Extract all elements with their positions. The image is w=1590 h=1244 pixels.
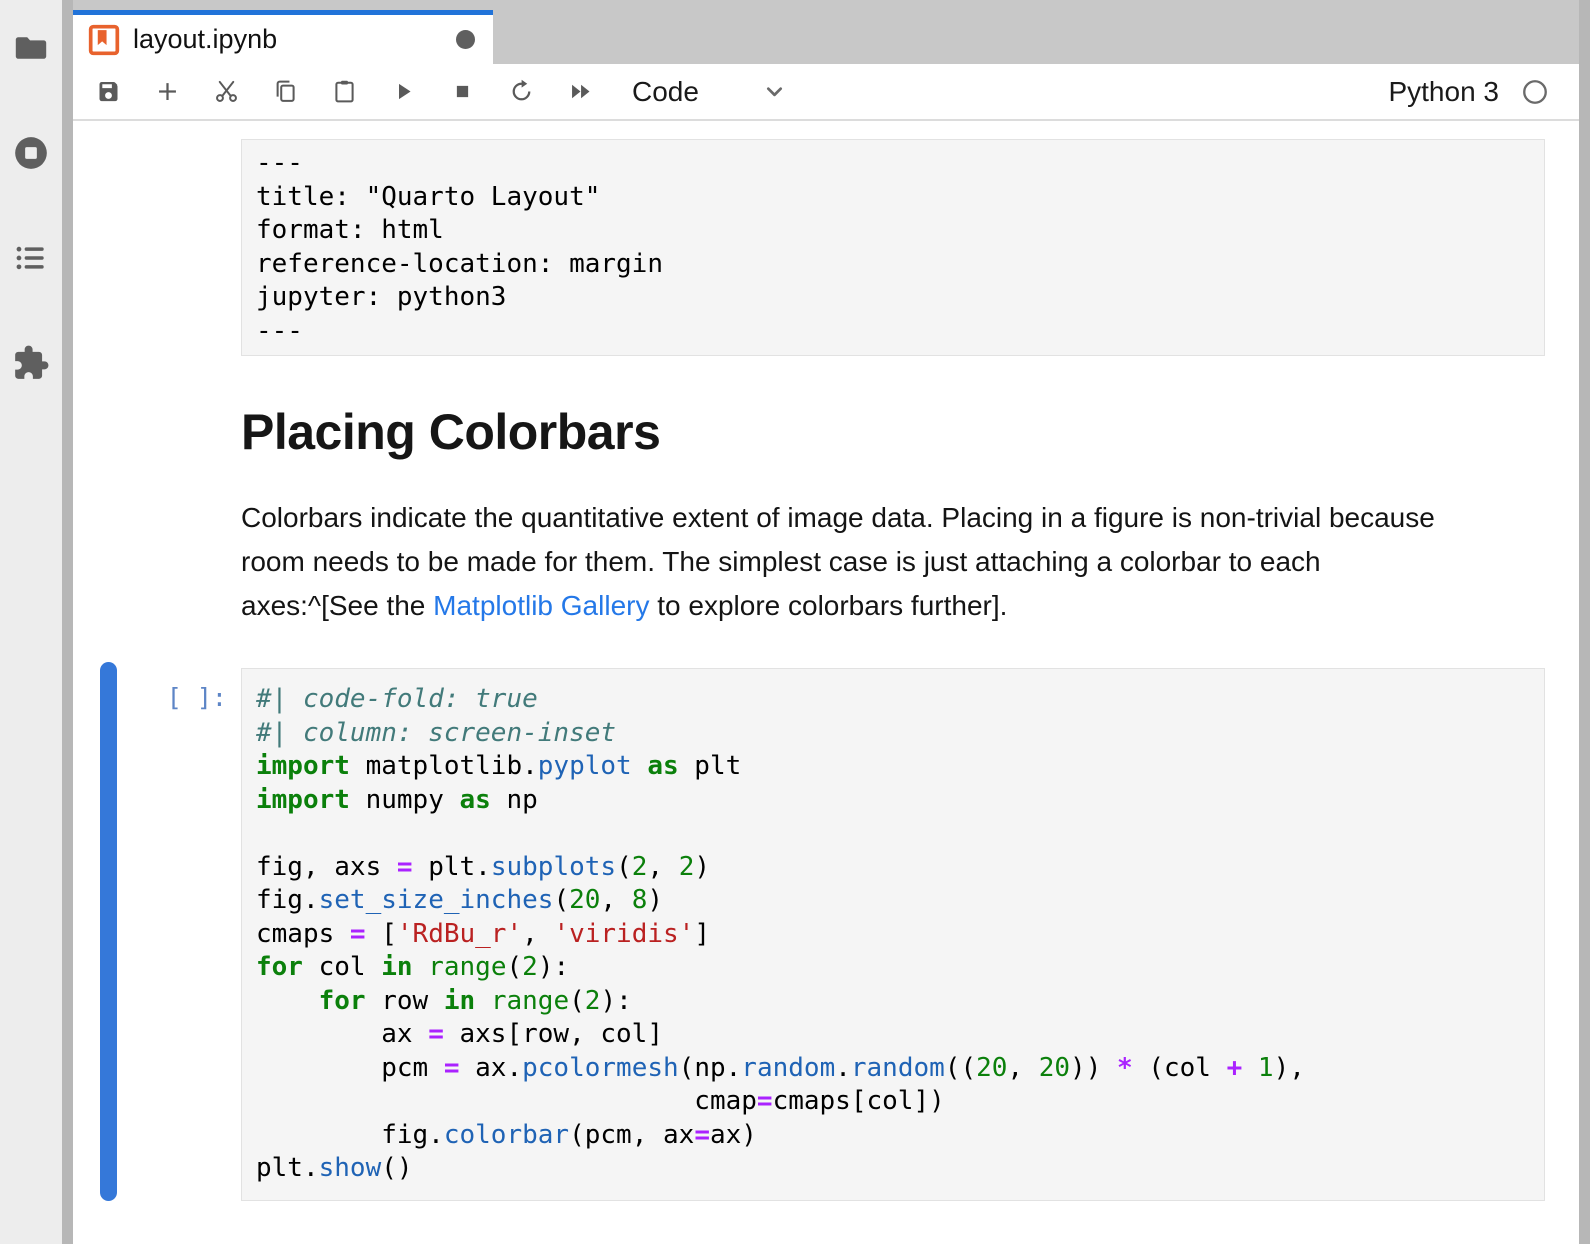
kernel-status-idle-icon[interactable] [1521, 78, 1549, 106]
plus-icon [154, 78, 181, 105]
cell-type-value: Code [632, 76, 699, 108]
code-cell[interactable]: [ ]: #| code-fold: true#| column: screen… [73, 668, 1579, 1201]
raw-cell-source[interactable]: --- title: "Quarto Layout" format: html … [242, 140, 1544, 355]
code-cell-source[interactable]: #| code-fold: true#| column: screen-inse… [242, 669, 1544, 1200]
heading-placing-colorbars: Placing Colorbars [241, 404, 1545, 460]
kernel-area: Python 3 [1388, 76, 1579, 108]
sidebar-splitter[interactable] [62, 0, 73, 1244]
modified-dot-icon[interactable] [456, 30, 475, 49]
clipboard-icon [331, 78, 358, 105]
jupyterlab-window: layout.ipynb Code Python 3 [0, 0, 1590, 1244]
activity-sidebar [0, 0, 62, 1244]
restart-and-run-all-button[interactable] [567, 78, 594, 105]
folder-icon [12, 29, 50, 72]
tab-bar: layout.ipynb [73, 0, 1579, 64]
restart-icon [508, 78, 535, 105]
raw-cell-gutter [73, 139, 241, 356]
cut-cell-button[interactable] [213, 78, 240, 105]
raw-cell[interactable]: --- title: "Quarto Layout" format: html … [73, 139, 1579, 356]
table-of-contents-button[interactable] [0, 241, 62, 279]
fast-forward-icon [567, 78, 594, 105]
tab-layout-ipynb[interactable]: layout.ipynb [73, 10, 493, 64]
file-browser-button[interactable] [0, 31, 62, 69]
insert-cell-below-button[interactable] [154, 78, 181, 105]
notebook-toolbar: Code Python 3 [73, 64, 1579, 121]
cell-type-dropdown[interactable]: Code [632, 76, 788, 108]
matplotlib-gallery-link[interactable]: Matplotlib Gallery [433, 590, 649, 621]
cell-input-prompt: [ ]: [167, 683, 227, 712]
code-cell-input[interactable]: #| code-fold: true#| column: screen-inse… [241, 668, 1545, 1201]
notebook-content: --- title: "Quarto Layout" format: html … [73, 121, 1579, 1244]
save-icon [95, 78, 122, 105]
paste-cell-button[interactable] [331, 78, 358, 105]
toc-list-icon [12, 239, 50, 282]
markdown-cell[interactable]: Placing Colorbars Colorbars indicate the… [73, 404, 1579, 628]
run-cell-button[interactable] [390, 78, 417, 105]
markdown-paragraph: Colorbars indicate the quantitative exte… [241, 496, 1545, 628]
markdown-cell-gutter [73, 404, 241, 628]
interrupt-kernel-button[interactable] [449, 78, 476, 105]
play-icon [390, 78, 417, 105]
stop-circle-icon [12, 134, 50, 177]
extensions-button[interactable] [0, 346, 62, 384]
kernel-name[interactable]: Python 3 [1388, 76, 1499, 108]
notebook-icon [87, 23, 121, 57]
code-cell-gutter: [ ]: [73, 668, 241, 1201]
selected-cell-indicator [100, 662, 117, 1201]
chevron-down-icon [761, 78, 788, 105]
running-kernels-button[interactable] [0, 136, 62, 174]
main-panel: layout.ipynb Code Python 3 [73, 0, 1579, 1244]
copy-cell-button[interactable] [272, 78, 299, 105]
puzzle-icon [12, 344, 50, 387]
tab-title: layout.ipynb [133, 24, 277, 55]
raw-cell-input[interactable]: --- title: "Quarto Layout" format: html … [241, 139, 1545, 356]
scissors-icon [213, 78, 240, 105]
stop-square-icon [449, 78, 476, 105]
copy-icon [272, 78, 299, 105]
save-button[interactable] [95, 78, 122, 105]
window-edge [1579, 0, 1590, 1244]
restart-kernel-button[interactable] [508, 78, 535, 105]
